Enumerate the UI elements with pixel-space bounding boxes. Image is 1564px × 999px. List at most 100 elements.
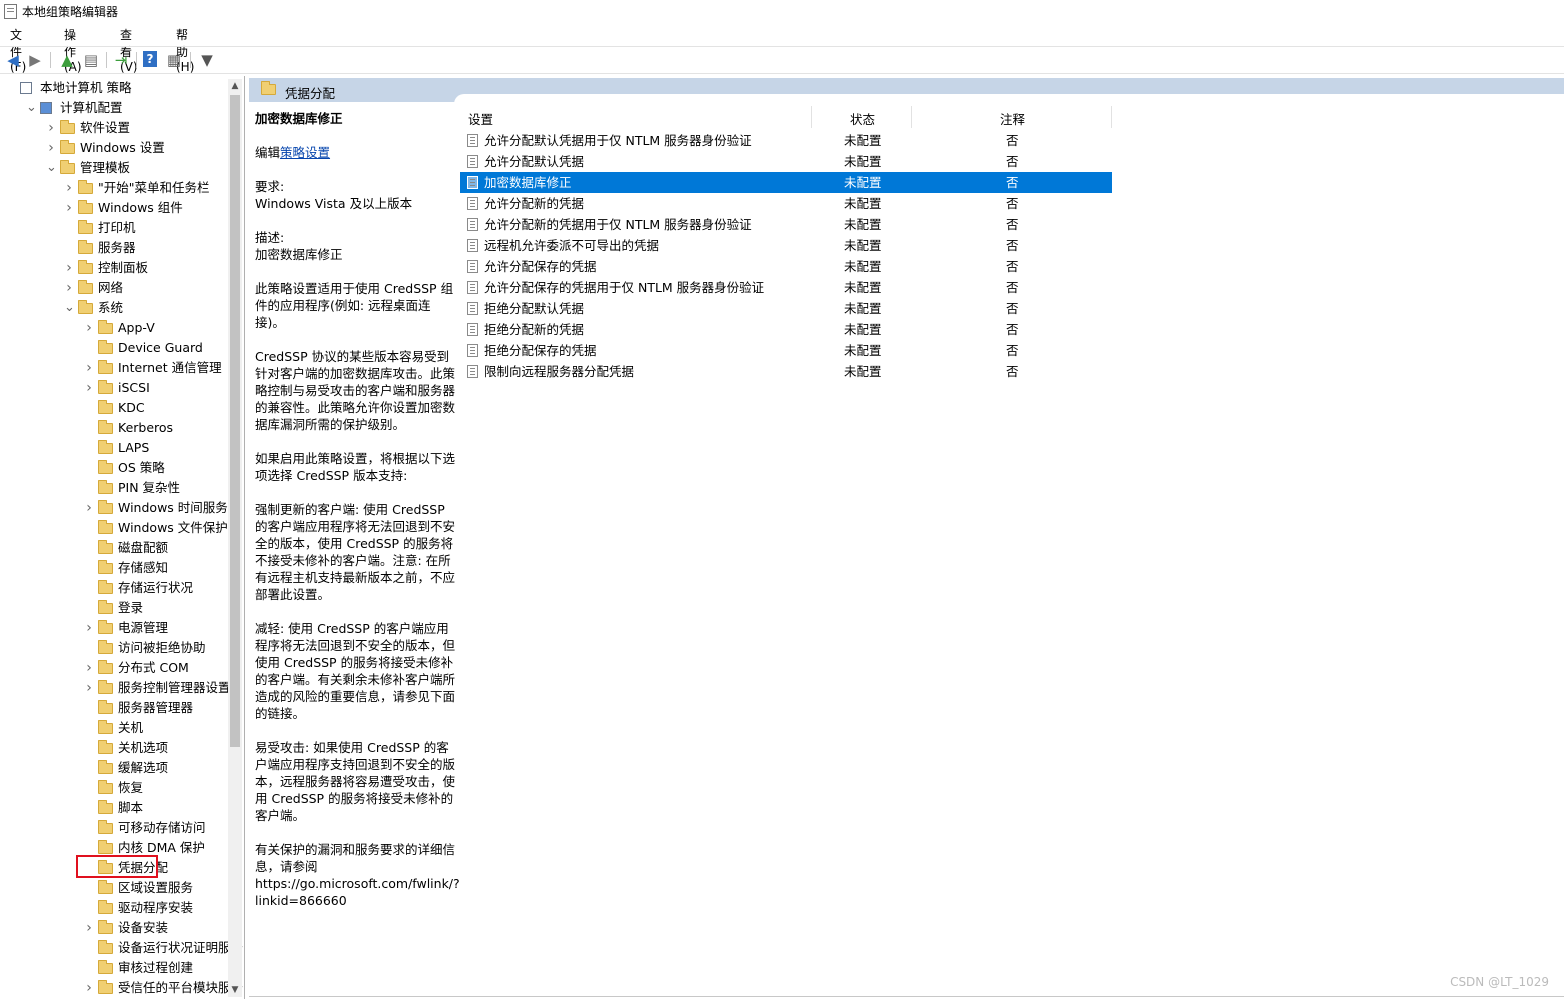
chevron-right-icon[interactable]: › <box>46 118 56 138</box>
tree-node[interactable]: › 分布式 COM <box>0 658 228 678</box>
tree-node[interactable]: 关机 <box>0 718 228 738</box>
chevron-right-icon[interactable]: › <box>84 918 94 938</box>
chevron-down-icon[interactable]: ⌄ <box>46 158 57 178</box>
table-row[interactable]: 允许分配保存的凭据用于仅 NTLM 服务器身份验证 未配置 否 <box>460 277 1112 298</box>
tree-node[interactable]: 设备运行状况证明服务 <box>0 938 243 958</box>
filter-icon[interactable]: ▼ <box>198 51 216 69</box>
folder-icon <box>98 560 113 574</box>
tree-node[interactable]: › 受信任的平台模块服务 <box>0 978 243 998</box>
tree-node[interactable]: › Windows 组件 <box>0 198 228 218</box>
chevron-right-icon[interactable]: › <box>84 318 94 338</box>
tree-node[interactable]: 打印机 <box>0 218 228 238</box>
tree-node[interactable]: 存储感知 <box>0 558 228 578</box>
tree-node[interactable]: Windows 文件保护 <box>0 518 228 538</box>
scroll-down-icon[interactable]: ▼ <box>228 983 242 997</box>
up-folder-icon[interactable]: ▲ <box>58 51 76 69</box>
table-row[interactable]: 拒绝分配新的凭据 未配置 否 <box>460 319 1112 340</box>
chevron-right-icon[interactable]: › <box>84 978 94 998</box>
tree-node[interactable]: › Windows 时间服务 <box>0 498 228 518</box>
tree-node[interactable]: 恢复 <box>0 778 228 798</box>
scroll-up-icon[interactable]: ▲ <box>228 79 242 93</box>
tree-node[interactable]: 本地计算机 策略 <box>0 78 228 98</box>
column-header-state[interactable]: 状态 <box>850 109 875 128</box>
chevron-right-icon[interactable]: › <box>84 378 94 398</box>
tree-node[interactable]: › 服务控制管理器设置 <box>0 678 231 698</box>
table-row[interactable]: 允许分配默认凭据用于仅 NTLM 服务器身份验证 未配置 否 <box>460 130 1112 151</box>
tree-scrollbar[interactable]: ▲ ▼ <box>228 79 242 997</box>
properties-icon[interactable]: ▦ <box>165 51 183 69</box>
chevron-right-icon[interactable]: › <box>46 138 56 158</box>
tree-node[interactable]: LAPS <box>0 438 228 458</box>
table-row[interactable]: 拒绝分配保存的凭据 未配置 否 <box>460 340 1112 361</box>
column-header-comment[interactable]: 注释 <box>1000 109 1025 128</box>
chevron-right-icon[interactable]: › <box>64 278 74 298</box>
column-divider[interactable] <box>1111 106 1112 128</box>
tree-node-label: App-V <box>118 320 155 335</box>
tree-node[interactable]: › App-V <box>0 318 228 338</box>
tree-node[interactable]: › "开始"菜单和任务栏 <box>0 178 228 198</box>
chevron-down-icon[interactable]: ⌄ <box>26 98 37 118</box>
table-row[interactable]: 允许分配新的凭据用于仅 NTLM 服务器身份验证 未配置 否 <box>460 214 1112 235</box>
table-row[interactable]: 允许分配保存的凭据 未配置 否 <box>460 256 1112 277</box>
tree-node[interactable]: 可移动存储访问 <box>0 818 228 838</box>
tree-node[interactable]: 驱动程序安装 <box>0 898 228 918</box>
column-header-setting[interactable]: 设置 <box>468 109 493 128</box>
tree-node[interactable]: ⌄ 管理模板 <box>0 158 228 178</box>
show-hide-tree-icon[interactable]: ▤ <box>82 51 100 69</box>
tree-node[interactable]: ⌄ 系统 <box>0 298 228 318</box>
forward-arrow-icon[interactable]: ▶ <box>26 51 44 69</box>
tree-node[interactable]: ⌄ 计算机配置 <box>0 98 228 118</box>
tree-node[interactable]: › Windows 设置 <box>0 138 228 158</box>
tree-node[interactable]: › 网络 <box>0 278 228 298</box>
chevron-right-icon[interactable]: › <box>84 678 94 698</box>
scrollbar-thumb[interactable] <box>230 95 240 747</box>
tree-node[interactable]: › Internet 通信管理 <box>0 358 228 378</box>
tree-node[interactable]: › 控制面板 <box>0 258 228 278</box>
tree-node[interactable]: OS 策略 <box>0 458 228 478</box>
tree-node[interactable]: Device Guard <box>0 338 228 358</box>
selected-node-highlight <box>76 855 158 878</box>
chevron-down-icon[interactable]: ⌄ <box>64 298 75 318</box>
setting-comment-cell: 否 <box>1006 259 1019 274</box>
table-row[interactable]: 允许分配新的凭据 未配置 否 <box>460 193 1112 214</box>
chevron-right-icon[interactable]: › <box>84 498 94 518</box>
chevron-right-icon[interactable]: › <box>84 658 94 678</box>
tree-node[interactable]: KDC <box>0 398 228 418</box>
chevron-right-icon[interactable]: › <box>64 178 74 198</box>
table-row[interactable]: 允许分配默认凭据 未配置 否 <box>460 151 1112 172</box>
tree-node[interactable]: 审核过程创建 <box>0 958 228 978</box>
chevron-right-icon[interactable]: › <box>84 618 94 638</box>
chevron-right-icon[interactable]: › <box>84 358 94 378</box>
tree-node[interactable]: 磁盘配额 <box>0 538 228 558</box>
chevron-right-icon[interactable]: › <box>64 198 74 218</box>
chevron-right-icon[interactable]: › <box>64 258 74 278</box>
tree-node[interactable]: 访问被拒绝协助 <box>0 638 228 658</box>
table-row[interactable]: 限制向远程服务器分配凭据 未配置 否 <box>460 361 1112 382</box>
tree-node[interactable]: 缓解选项 <box>0 758 228 778</box>
export-list-icon[interactable]: ⇥ <box>112 51 130 69</box>
setting-name-cell: 拒绝分配保存的凭据 <box>484 343 597 358</box>
tree-node[interactable]: 登录 <box>0 598 228 618</box>
column-divider[interactable] <box>911 106 912 128</box>
tree-node[interactable]: PIN 复杂性 <box>0 478 228 498</box>
tree-node[interactable]: › 软件设置 <box>0 118 228 138</box>
help-icon[interactable]: ? <box>143 51 157 67</box>
folder-icon <box>60 120 75 134</box>
tree-node[interactable]: 脚本 <box>0 798 228 818</box>
back-arrow-icon[interactable]: ◀ <box>4 51 22 69</box>
table-row[interactable]: 远程机允许委派不可导出的凭据 未配置 否 <box>460 235 1112 256</box>
folder-icon <box>98 960 113 974</box>
tree-node[interactable]: 关机选项 <box>0 738 228 758</box>
edit-policy-link[interactable]: 策略设置 <box>280 145 330 160</box>
tree-node[interactable]: › 电源管理 <box>0 618 228 638</box>
tree-node[interactable]: 存储运行状况 <box>0 578 228 598</box>
tree-node[interactable]: 服务器管理器 <box>0 698 228 718</box>
tree-node[interactable]: 服务器 <box>0 238 228 258</box>
tree-node[interactable]: 区域设置服务 <box>0 878 228 898</box>
table-row[interactable]: 拒绝分配默认凭据 未配置 否 <box>460 298 1112 319</box>
column-divider[interactable] <box>811 106 812 128</box>
table-row[interactable]: 加密数据库修正 未配置 否 <box>460 172 1112 193</box>
tree-node[interactable]: Kerberos <box>0 418 228 438</box>
tree-node[interactable]: › iSCSI <box>0 378 228 398</box>
tree-node[interactable]: › 设备安装 <box>0 918 228 938</box>
